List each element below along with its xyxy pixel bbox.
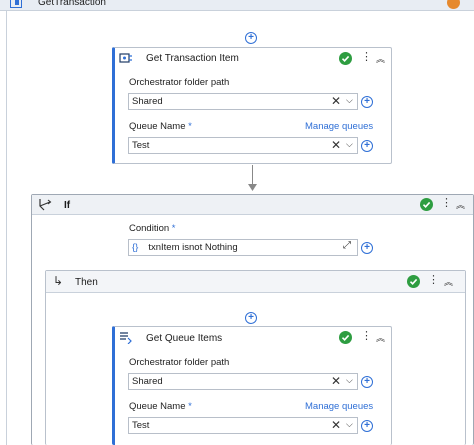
- queue-name-field[interactable]: Test: [128, 137, 358, 154]
- expression-icon: {}: [132, 242, 139, 253]
- more-icon[interactable]: ⋮: [428, 275, 439, 286]
- folder-path-field[interactable]: Shared: [128, 373, 358, 390]
- then-arrow-icon: ↳: [53, 274, 64, 288]
- plus-circle-icon[interactable]: +: [361, 140, 373, 152]
- clear-icon[interactable]: ✕: [331, 94, 341, 108]
- sequence-border: [6, 11, 7, 445]
- branch-icon: [38, 198, 52, 211]
- queue-items-icon: [119, 331, 133, 344]
- folder-path-value: Shared: [132, 96, 163, 107]
- collapse-icon[interactable]: ︽: [376, 52, 385, 65]
- queue-name-label: Queue Name *: [129, 121, 192, 132]
- then-title: Then: [75, 277, 98, 288]
- condition-value: txnItem isnot Nothing: [148, 242, 238, 253]
- check-circle-icon: [339, 52, 352, 65]
- folder-path-field[interactable]: Shared: [128, 93, 358, 110]
- activity-icon: [119, 52, 133, 65]
- queue-name-label: Queue Name *: [129, 401, 192, 412]
- sequence-title: GetTransaction: [38, 0, 106, 8]
- add-activity-plus-icon[interactable]: +: [245, 32, 257, 44]
- add-activity-plus-icon[interactable]: +: [245, 312, 257, 324]
- then-header[interactable]: [46, 271, 465, 293]
- more-icon[interactable]: ⋮: [361, 52, 372, 63]
- sequence-icon-dot: [15, 0, 19, 5]
- if-title: If: [64, 200, 71, 211]
- connector-line: [252, 165, 253, 185]
- collapse-icon[interactable]: ︽: [444, 275, 453, 288]
- connector-arrow-icon: [248, 184, 257, 191]
- collapse-icon[interactable]: ︽: [456, 198, 465, 211]
- expand-editor-icon[interactable]: ⤢: [343, 240, 351, 251]
- plus-circle-icon[interactable]: +: [361, 242, 373, 254]
- sequence-header[interactable]: GetTransaction: [0, 0, 474, 11]
- check-circle-icon: [339, 331, 352, 344]
- clear-icon[interactable]: ✕: [331, 374, 341, 388]
- queue-name-field[interactable]: Test: [128, 417, 358, 434]
- condition-label: Condition *: [129, 223, 176, 234]
- clear-icon[interactable]: ✕: [331, 418, 341, 432]
- folder-path-label: Orchestrator folder path: [129, 357, 230, 368]
- warning-icon[interactable]: [447, 0, 460, 9]
- chevron-down-icon[interactable]: ⌵: [346, 419, 353, 430]
- chevron-down-icon[interactable]: ⌵: [346, 375, 353, 386]
- activity-title: Get Transaction Item: [146, 53, 239, 64]
- if-header[interactable]: [32, 195, 473, 215]
- chevron-down-icon[interactable]: ⌵: [346, 95, 353, 106]
- manage-queues-link[interactable]: Manage queues: [305, 121, 373, 132]
- chevron-down-icon[interactable]: ⌵: [346, 139, 353, 150]
- more-icon[interactable]: ⋮: [361, 331, 372, 342]
- queue-name-value: Test: [132, 140, 150, 151]
- folder-path-value: Shared: [132, 376, 163, 387]
- plus-circle-icon[interactable]: +: [361, 420, 373, 432]
- collapse-icon[interactable]: ︽: [376, 331, 385, 344]
- folder-path-label: Orchestrator folder path: [129, 77, 230, 88]
- check-circle-icon: [407, 275, 420, 288]
- condition-field[interactable]: {} txnItem isnot Nothing: [128, 239, 358, 256]
- activity-title: Get Queue Items: [146, 333, 223, 344]
- clear-icon[interactable]: ✕: [331, 138, 341, 152]
- plus-circle-icon[interactable]: +: [361, 96, 373, 108]
- queue-name-value: Test: [132, 420, 150, 431]
- more-icon[interactable]: ⋮: [441, 198, 452, 209]
- plus-circle-icon[interactable]: +: [361, 376, 373, 388]
- check-circle-icon: [420, 198, 433, 211]
- manage-queues-link[interactable]: Manage queues: [305, 401, 373, 412]
